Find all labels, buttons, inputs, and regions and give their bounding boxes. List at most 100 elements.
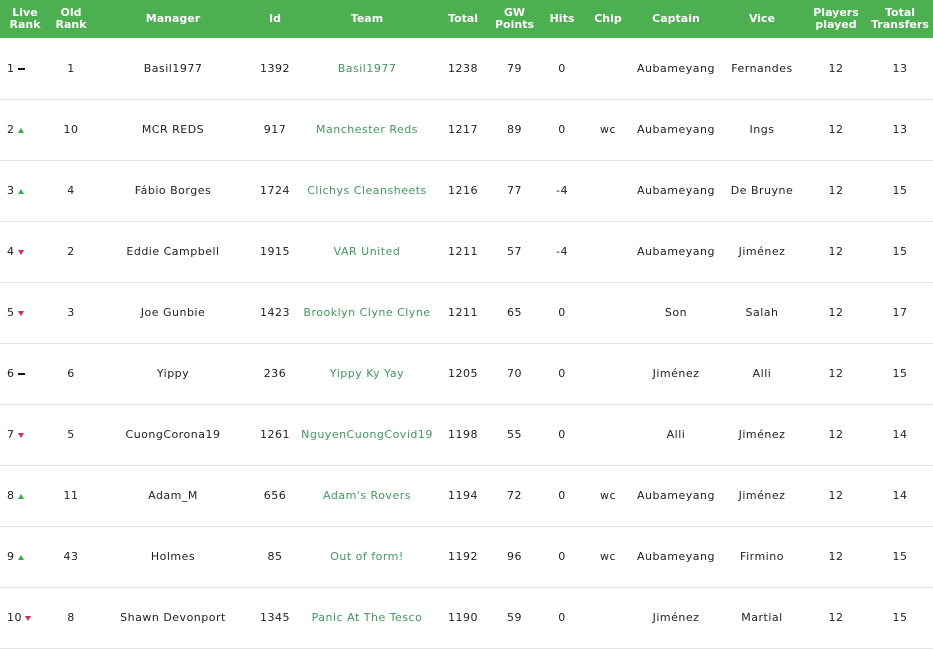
id-cell: 236 — [263, 367, 287, 380]
team-link[interactable]: Out of form! — [296, 526, 438, 587]
chip-cell — [583, 221, 633, 282]
hits-cell: 0 — [558, 550, 566, 563]
hits-cell: 0 — [558, 61, 566, 75]
vice-cell: Jiménez — [738, 428, 786, 441]
table-row[interactable]: 3 4 Fábio Borges 1724 Clichys Cleansheets 121… — [0, 160, 933, 221]
chip-cell — [583, 404, 633, 465]
team-link[interactable]: Adam's Rovers — [296, 465, 438, 526]
team-link[interactable]: NguyenCuongCovid19 — [296, 404, 438, 465]
captain-cell: Son — [664, 306, 688, 319]
players-played-cell: 12 — [828, 428, 844, 441]
live-rank-value: 9 — [7, 550, 15, 563]
total-transfers-cell: 13 — [892, 61, 908, 75]
vice-cell: Martial — [741, 611, 783, 624]
old-rank-cell: 11 — [63, 489, 79, 502]
chip-cell — [583, 587, 633, 648]
header-id[interactable]: Id — [254, 0, 296, 38]
gw-points-cell: 70 — [507, 367, 522, 380]
rank-down-icon — [17, 432, 24, 438]
header-hits[interactable]: Hits — [541, 0, 583, 38]
live-rank-value: 5 — [7, 306, 15, 319]
team-link[interactable]: Manchester Reds — [296, 99, 438, 160]
live-standings-table: Live Rank Old Rank Manager Id Team Total G… — [0, 0, 933, 649]
live-rank-value: 10 — [7, 611, 22, 624]
chip-cell: wc — [599, 123, 617, 136]
header-manager[interactable]: Manager — [92, 0, 254, 38]
rank-up-icon — [17, 127, 24, 133]
vice-cell: Firmino — [740, 550, 784, 563]
old-rank-cell: 4 — [67, 184, 75, 197]
team-link[interactable]: Clichys Cleansheets — [296, 160, 438, 221]
live-rank-cell: 4 — [0, 221, 50, 282]
total-cell: 1198 — [448, 428, 478, 441]
old-rank-cell: 5 — [67, 428, 75, 441]
hits-cell: 0 — [558, 611, 566, 624]
total-transfers-cell: 15 — [892, 611, 908, 624]
total-cell: 1211 — [448, 306, 478, 319]
team-link[interactable]: Panic At The Tesco — [296, 587, 438, 648]
total-transfers-cell: 15 — [892, 184, 908, 197]
table-row[interactable]: 2 10 MCR REDS 917 Manchester Reds 1217 89 0 wc Au… — [0, 99, 933, 160]
header-players-played[interactable]: Players played — [805, 0, 867, 38]
gw-points-cell: 89 — [507, 123, 522, 136]
players-played-cell: 12 — [828, 611, 844, 624]
header-captain[interactable]: Captain — [633, 0, 719, 38]
team-link[interactable]: VAR United — [296, 221, 438, 282]
table-row[interactable]: 1 1 Basil1977 1392 Basil1977 1238 79 0 Aubameyan… — [0, 38, 933, 99]
id-cell: 1724 — [260, 184, 290, 197]
manager-cell: Eddie Campbell — [126, 245, 220, 258]
header-live-rank[interactable]: Live Rank — [0, 0, 50, 38]
table-row[interactable]: 8 11 Adam_M 656 Adam's Rovers 1194 72 0 wc Aubame… — [0, 465, 933, 526]
live-rank-cell: 9 — [0, 526, 50, 587]
header-team[interactable]: Team — [296, 0, 438, 38]
gw-points-cell: 65 — [507, 306, 522, 319]
chip-cell — [583, 343, 633, 404]
rank-down-icon — [17, 310, 24, 316]
total-transfers-cell: 15 — [892, 245, 908, 258]
table-row[interactable]: 4 2 Eddie Campbell 1915 VAR United 1211 57 -4 Au… — [0, 221, 933, 282]
old-rank-cell: 1 — [67, 61, 75, 75]
old-rank-cell: 3 — [67, 306, 75, 319]
total-transfers-cell: 15 — [892, 367, 908, 380]
gw-points-cell: 79 — [507, 61, 522, 75]
total-cell: 1211 — [448, 245, 478, 258]
header-total[interactable]: Total — [438, 0, 488, 38]
team-link[interactable]: Brooklyn Clyne Clyne — [296, 282, 438, 343]
header-chip[interactable]: Chip — [583, 0, 633, 38]
header-vice[interactable]: Vice — [719, 0, 805, 38]
live-rank-cell: 6 — [0, 343, 50, 404]
live-rank-value: 7 — [7, 428, 15, 441]
live-rank-value: 6 — [7, 367, 15, 380]
players-played-cell: 12 — [828, 489, 844, 502]
live-rank-cell: 1 — [0, 38, 50, 99]
gw-points-cell: 57 — [507, 245, 522, 258]
chip-cell: wc — [599, 489, 617, 502]
id-cell: 1345 — [260, 611, 290, 624]
total-cell: 1192 — [448, 550, 478, 563]
players-played-cell: 12 — [828, 61, 844, 75]
rank-up-icon — [17, 493, 24, 499]
total-cell: 1194 — [448, 489, 478, 502]
header-total-transfers[interactable]: Total Transfers — [867, 0, 933, 38]
id-cell: 1423 — [260, 306, 290, 319]
team-link[interactable]: Yippy Ky Yay — [296, 343, 438, 404]
captain-cell: Aubameyang — [637, 123, 715, 136]
total-transfers-cell: 17 — [892, 306, 908, 319]
id-cell: 1261 — [260, 428, 290, 441]
table-row[interactable]: 10 8 Shawn Devonport 1345 Panic At The Tesco… — [0, 587, 933, 648]
table-row[interactable]: 9 43 Holmes 85 Out of form! 1192 96 0 wc Aubameya… — [0, 526, 933, 587]
hits-cell: -4 — [556, 245, 568, 258]
header-gw-points[interactable]: GW Points — [488, 0, 541, 38]
manager-cell: Basil1977 — [143, 61, 203, 75]
old-rank-cell: 8 — [67, 611, 75, 624]
team-link[interactable]: Basil1977 — [296, 38, 438, 99]
live-rank-value: 1 — [7, 61, 15, 75]
rank-up-icon — [17, 188, 24, 194]
header-old-rank[interactable]: Old Rank — [50, 0, 92, 38]
manager-cell: Fábio Borges — [134, 184, 212, 197]
table-row[interactable]: 5 3 Joe Gunbie 1423 Brooklyn Clyne Clyne 1211… — [0, 282, 933, 343]
table-row[interactable]: 6 6 Yippy 236 Yippy Ky Yay 1205 70 0 Jiménez Alli… — [0, 343, 933, 404]
table-row[interactable]: 7 5 CuongCorona19 1261 NguyenCuongCovid19 119… — [0, 404, 933, 465]
id-cell: 1392 — [260, 61, 290, 75]
id-cell: 1915 — [260, 245, 290, 258]
